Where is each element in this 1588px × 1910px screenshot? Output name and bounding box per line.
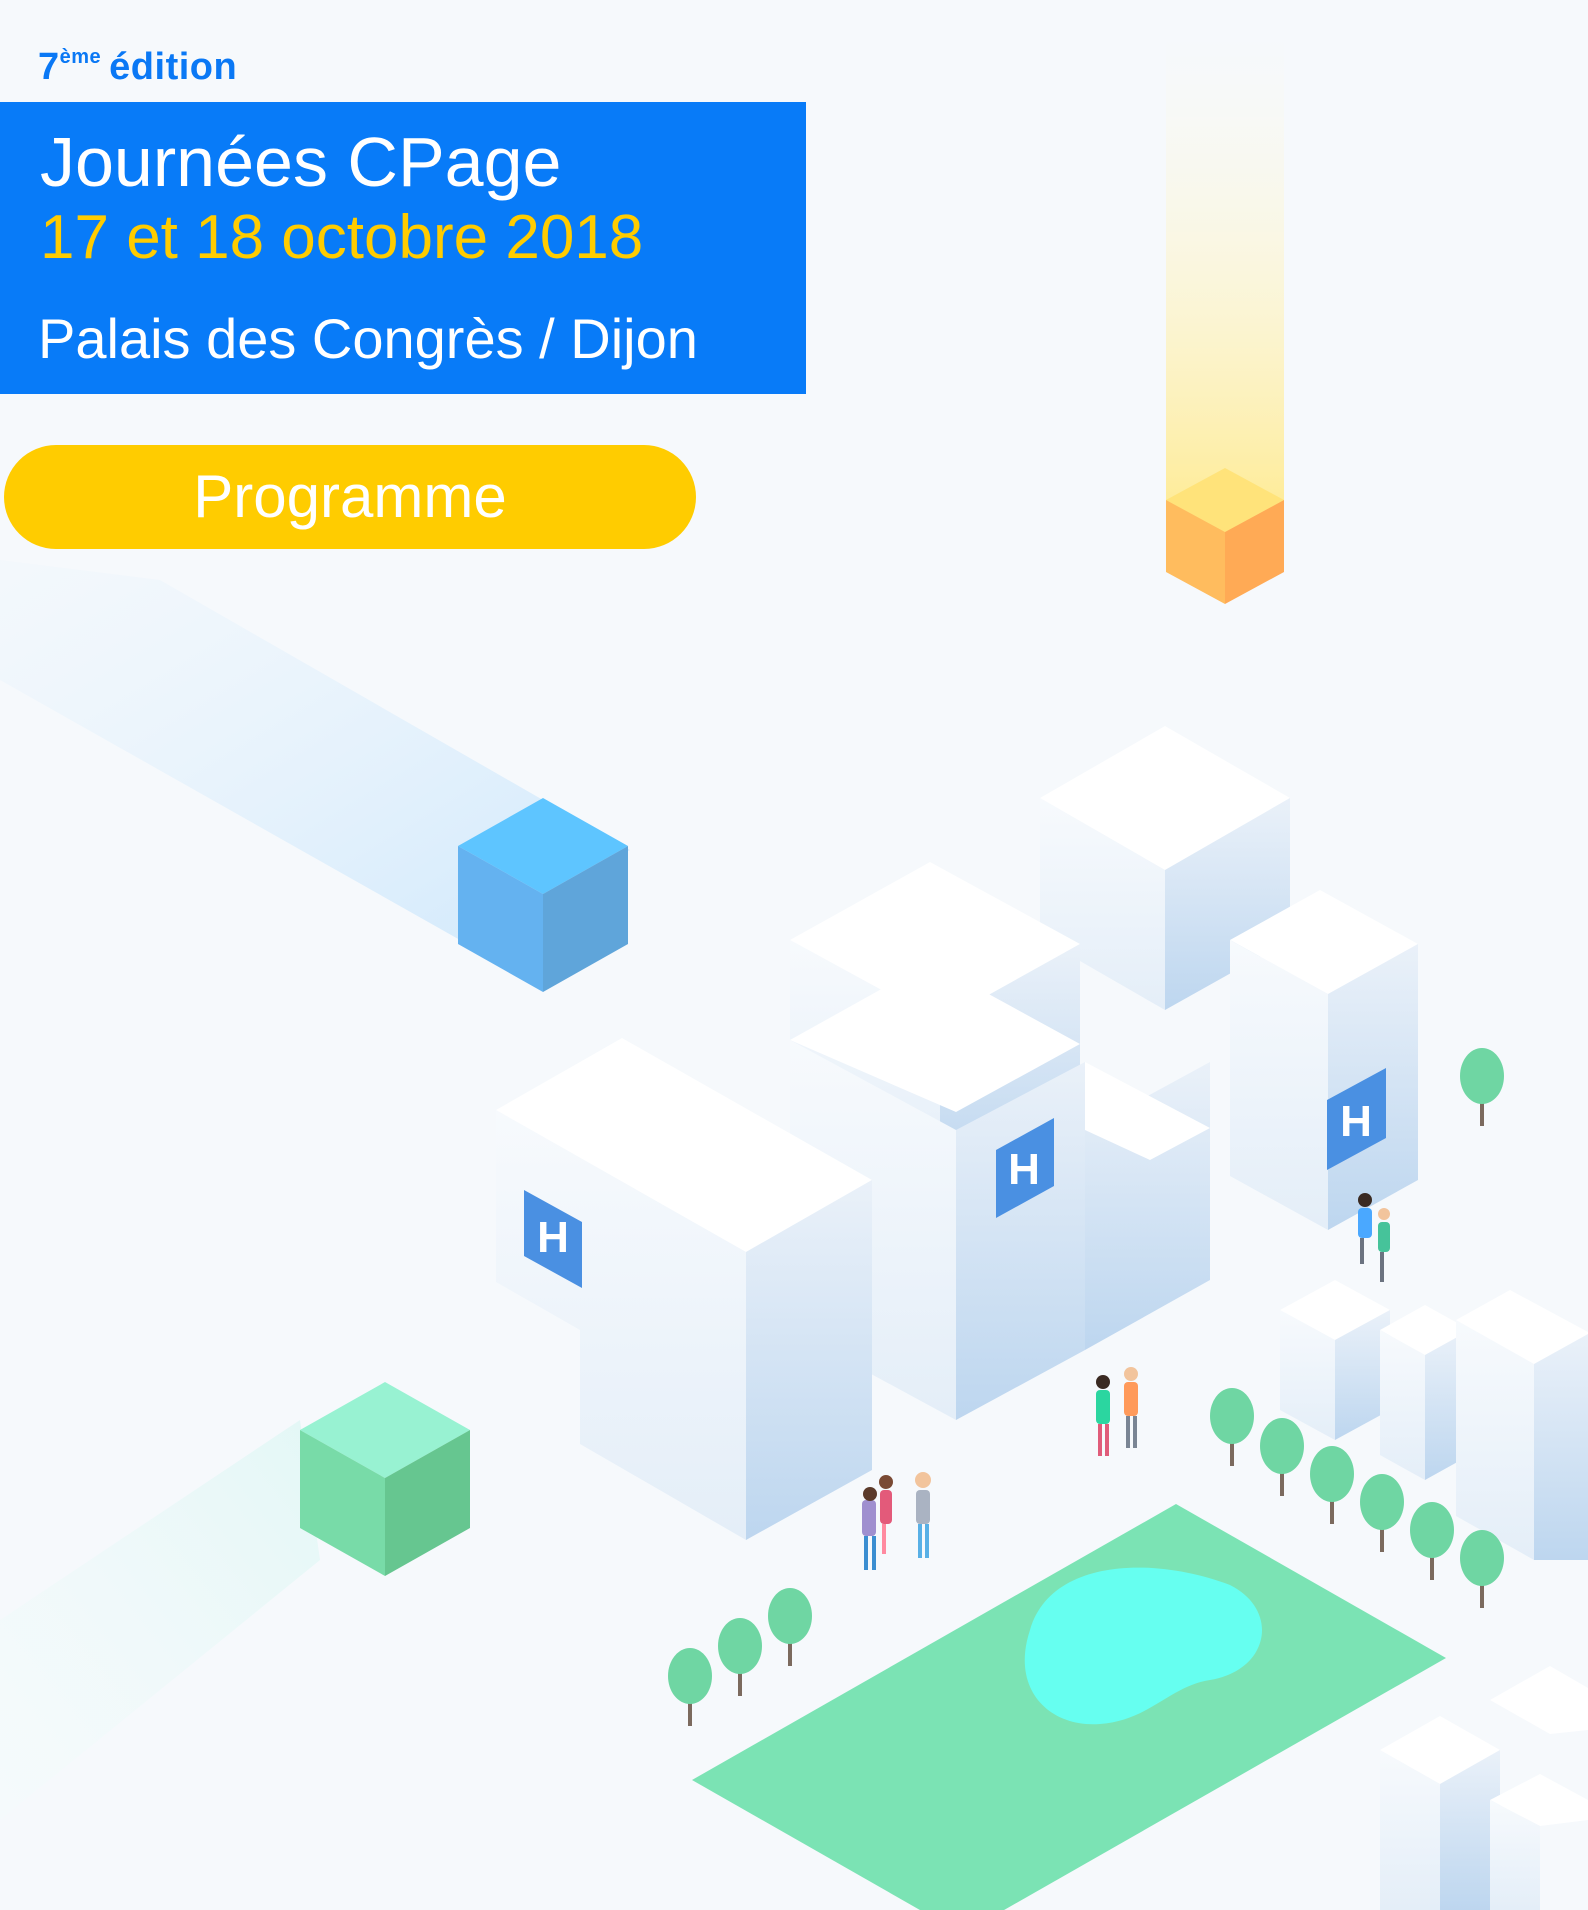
building-sign-letter: H bbox=[537, 1213, 569, 1262]
building-sign-letter: H bbox=[1340, 1097, 1372, 1146]
park bbox=[692, 1504, 1446, 1910]
hospital-building-right bbox=[1230, 890, 1418, 1230]
tree bbox=[1260, 1418, 1304, 1496]
people-group-3 bbox=[1358, 1193, 1390, 1282]
event-dates: 17 et 18 octobre 2018 bbox=[40, 203, 644, 272]
tree bbox=[1210, 1388, 1254, 1466]
tree bbox=[1460, 1530, 1504, 1608]
green-light-beam bbox=[0, 1420, 320, 1820]
edition-suffix: ème bbox=[59, 46, 102, 68]
edition-word: édition bbox=[109, 46, 238, 88]
tree bbox=[1310, 1446, 1354, 1524]
tree bbox=[1460, 1048, 1504, 1126]
edition-label: 7ème édition bbox=[38, 46, 237, 89]
programme-button[interactable]: Programme bbox=[4, 445, 696, 549]
event-title-box: Journées CPage 17 et 18 octobre 2018 Pal… bbox=[0, 102, 806, 394]
green-cube bbox=[300, 1382, 470, 1576]
tree bbox=[1410, 1502, 1454, 1580]
building-sign-letter: H bbox=[1008, 1145, 1040, 1194]
event-title: Journées CPage bbox=[40, 123, 562, 201]
tree bbox=[768, 1588, 812, 1666]
edition-number: 7 bbox=[38, 46, 60, 88]
tree bbox=[668, 1648, 712, 1726]
people-group-2 bbox=[1096, 1367, 1138, 1456]
event-place: Palais des Congrès / Dijon bbox=[38, 307, 698, 370]
tree bbox=[1360, 1474, 1404, 1552]
event-poster: H H H 7ème édition Journées CPage 17 et … bbox=[0, 0, 1588, 1910]
tree bbox=[718, 1618, 762, 1696]
people-group-1 bbox=[862, 1472, 931, 1570]
small-buildings-bottom-right bbox=[1380, 1666, 1588, 1910]
